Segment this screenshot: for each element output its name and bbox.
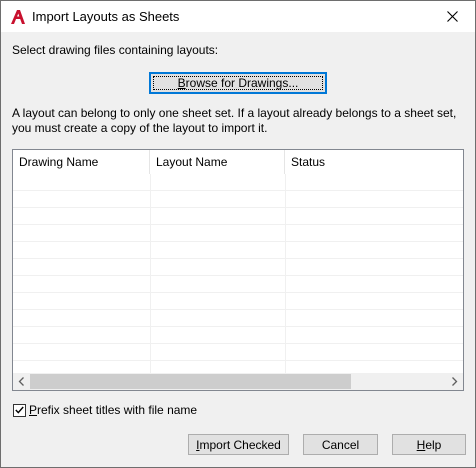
help-button[interactable]: Help [392, 434, 466, 455]
horizontal-scrollbar[interactable] [13, 373, 463, 390]
list-row [13, 242, 463, 259]
import-layouts-dialog: Import Layouts as Sheets Select drawing … [0, 0, 476, 468]
list-row [13, 310, 463, 327]
close-x-icon [446, 11, 458, 22]
column-divider [150, 174, 151, 374]
list-rows [13, 174, 463, 378]
scroll-right-button[interactable] [446, 373, 463, 390]
column-header-drawing-name[interactable]: Drawing Name [13, 150, 150, 174]
select-files-label: Select drawing files containing layouts: [12, 43, 219, 57]
list-row [13, 225, 463, 242]
chevron-left-icon [18, 377, 24, 386]
list-row [13, 276, 463, 293]
list-row [13, 191, 463, 208]
list-row [13, 259, 463, 276]
checkmark-icon [15, 406, 24, 414]
focus-ring [153, 76, 323, 90]
prefix-checkbox-label: Prefix sheet titles with file name [29, 403, 198, 417]
window-title: Import Layouts as Sheets [32, 9, 180, 24]
autocad-a-icon [11, 10, 25, 24]
layouts-list[interactable]: Drawing Name Layout Name Status [12, 149, 464, 391]
prefix-checkbox[interactable] [13, 403, 26, 417]
sheet-set-info-text: A layout can belong to only one sheet se… [12, 106, 457, 135]
column-divider [285, 174, 286, 374]
prefix-sheet-titles-option[interactable]: Prefix sheet titles with file name [13, 403, 197, 417]
title-bar[interactable]: Import Layouts as Sheets [1, 1, 475, 32]
help-button-label: Help [416, 437, 442, 452]
list-row [13, 293, 463, 310]
scrollbar-thumb[interactable] [30, 374, 351, 389]
import-button-label: Import Checked [196, 437, 281, 452]
list-header: Drawing Name Layout Name Status [13, 150, 463, 174]
scroll-left-button[interactable] [13, 373, 30, 390]
close-button[interactable] [429, 1, 475, 32]
list-row [13, 344, 463, 361]
import-checked-button[interactable]: Import Checked [188, 434, 289, 455]
list-row [13, 208, 463, 225]
column-header-layout-name[interactable]: Layout Name [150, 150, 285, 174]
column-header-status[interactable]: Status [285, 150, 463, 174]
list-row [13, 174, 463, 191]
browse-for-drawings-button[interactable]: Browse for Drawings... [149, 72, 327, 94]
chevron-right-icon [452, 377, 458, 386]
cancel-button[interactable]: Cancel [303, 434, 378, 455]
list-row [13, 327, 463, 344]
